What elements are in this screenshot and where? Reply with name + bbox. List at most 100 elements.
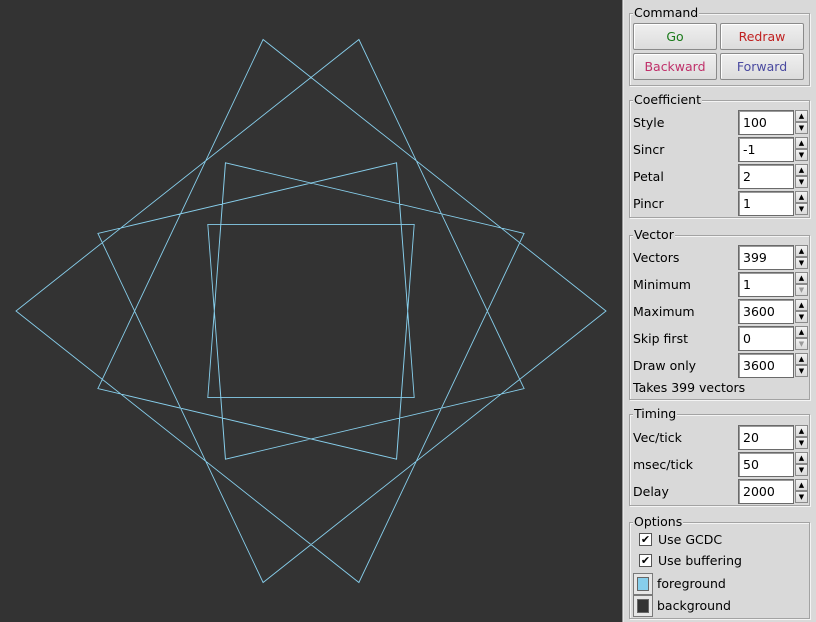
vec-per-tick-input[interactable]: 20 <box>738 425 794 450</box>
use-gcdc-label[interactable]: Use GCDC <box>658 532 722 547</box>
go-button[interactable]: Go <box>633 23 717 50</box>
forward-button[interactable]: Forward <box>720 53 804 80</box>
drawing-canvas[interactable] <box>0 0 622 622</box>
petal-down-arrow-icon[interactable]: ▼ <box>795 176 808 188</box>
minimum-input[interactable]: 1 <box>738 272 794 297</box>
vectors-spinner: 399 ▲ ▼ <box>738 245 808 270</box>
skip-first-up-arrow-icon[interactable]: ▲ <box>795 326 808 338</box>
background-color-button[interactable] <box>633 595 653 617</box>
rose-curve-path <box>15 38 607 584</box>
control-panel: Command Go Redraw Backward Forward Coeff… <box>624 0 816 622</box>
vector-group: Vector Vectors 399 ▲ ▼ Minimum 1 ▲ ▼ Maxim… <box>629 228 810 400</box>
timing-group-title: Timing <box>633 406 678 421</box>
style-input[interactable]: 100 <box>738 110 794 135</box>
skip-first-label: Skip first <box>633 331 688 346</box>
skip-first-down-arrow-icon[interactable]: ▼ <box>795 338 808 350</box>
draw-only-label: Draw only <box>633 358 697 373</box>
background-color-swatch <box>637 599 649 613</box>
pincr-spinner: 1 ▲ ▼ <box>738 191 808 216</box>
pincr-input[interactable]: 1 <box>738 191 794 216</box>
minimum-up-arrow-icon[interactable]: ▲ <box>795 272 808 284</box>
options-group: Options ✔ Use GCDC ✔ Use buffering foreg… <box>629 515 810 619</box>
use-buffering-checkbox[interactable]: ✔ <box>639 554 652 567</box>
petal-input[interactable]: 2 <box>738 164 794 189</box>
vec-per-tick-row: Vec/tick 20 ▲ ▼ <box>633 425 809 450</box>
style-spinner: 100 ▲ ▼ <box>738 110 808 135</box>
sincr-label: Sincr <box>633 142 665 157</box>
sincr-down-arrow-icon[interactable]: ▼ <box>795 149 808 161</box>
vectors-row: Vectors 399 ▲ ▼ <box>633 245 809 270</box>
coefficient-group-title: Coefficient <box>633 92 703 107</box>
foreground-color-swatch <box>637 577 649 591</box>
minimum-row: Minimum 1 ▲ ▼ <box>633 272 809 297</box>
command-group-title: Command <box>633 5 700 20</box>
petal-label: Petal <box>633 169 664 184</box>
draw-only-down-arrow-icon[interactable]: ▼ <box>795 365 808 377</box>
timing-group: Timing Vec/tick 20 ▲ ▼ msec/tick 50 ▲ ▼ De… <box>629 407 810 506</box>
sincr-row: Sincr -1 ▲ ▼ <box>633 137 809 162</box>
redraw-button[interactable]: Redraw <box>720 23 804 50</box>
msec-per-tick-spinner: 50 ▲ ▼ <box>738 452 808 477</box>
vectors-down-arrow-icon[interactable]: ▼ <box>795 257 808 269</box>
msec-per-tick-label: msec/tick <box>633 457 693 472</box>
background-color-row: background <box>633 595 803 617</box>
foreground-label: foreground <box>657 576 726 591</box>
pincr-row: Pincr 1 ▲ ▼ <box>633 191 809 216</box>
maximum-input[interactable]: 3600 <box>738 299 794 324</box>
delay-up-arrow-icon[interactable]: ▲ <box>795 479 808 491</box>
sincr-spinner: -1 ▲ ▼ <box>738 137 808 162</box>
vectors-up-arrow-icon[interactable]: ▲ <box>795 245 808 257</box>
coefficient-group: Coefficient Style 100 ▲ ▼ Sincr -1 ▲ ▼ Pet… <box>629 93 810 218</box>
maximum-row: Maximum 3600 ▲ ▼ <box>633 299 809 324</box>
backward-button[interactable]: Backward <box>633 53 717 80</box>
use-gcdc-checkbox[interactable]: ✔ <box>639 533 652 546</box>
minimum-spinner: 1 ▲ ▼ <box>738 272 808 297</box>
vec-per-tick-label: Vec/tick <box>633 430 682 445</box>
vectors-label: Vectors <box>633 250 680 265</box>
style-up-arrow-icon[interactable]: ▲ <box>795 110 808 122</box>
vec-per-tick-up-arrow-icon[interactable]: ▲ <box>795 425 808 437</box>
style-label: Style <box>633 115 665 130</box>
vector-group-title: Vector <box>633 227 675 242</box>
petal-up-arrow-icon[interactable]: ▲ <box>795 164 808 176</box>
delay-down-arrow-icon[interactable]: ▼ <box>795 491 808 503</box>
pincr-label: Pincr <box>633 196 664 211</box>
vector-count-note: Takes 399 vectors <box>633 380 746 395</box>
sincr-input[interactable]: -1 <box>738 137 794 162</box>
delay-label: Delay <box>633 484 669 499</box>
delay-input[interactable]: 2000 <box>738 479 794 504</box>
vec-per-tick-spinner: 20 ▲ ▼ <box>738 425 808 450</box>
vec-per-tick-down-arrow-icon[interactable]: ▼ <box>795 437 808 449</box>
draw-only-up-arrow-icon[interactable]: ▲ <box>795 353 808 365</box>
msec-per-tick-up-arrow-icon[interactable]: ▲ <box>795 452 808 464</box>
minimum-down-arrow-icon[interactable]: ▼ <box>795 284 808 296</box>
msec-per-tick-down-arrow-icon[interactable]: ▼ <box>795 464 808 476</box>
msec-per-tick-row: msec/tick 50 ▲ ▼ <box>633 452 809 477</box>
maximum-down-arrow-icon[interactable]: ▼ <box>795 311 808 323</box>
style-row: Style 100 ▲ ▼ <box>633 110 809 135</box>
draw-only-input[interactable]: 3600 <box>738 353 794 378</box>
foreground-color-button[interactable] <box>633 573 653 595</box>
skip-first-row: Skip first 0 ▲ ▼ <box>633 326 809 351</box>
petal-spinner: 2 ▲ ▼ <box>738 164 808 189</box>
minimum-label: Minimum <box>633 277 691 292</box>
delay-row: Delay 2000 ▲ ▼ <box>633 479 809 504</box>
sincr-up-arrow-icon[interactable]: ▲ <box>795 137 808 149</box>
vectors-input[interactable]: 399 <box>738 245 794 270</box>
skip-first-spinner: 0 ▲ ▼ <box>738 326 808 351</box>
maximum-spinner: 3600 ▲ ▼ <box>738 299 808 324</box>
skip-first-input[interactable]: 0 <box>738 326 794 351</box>
style-down-arrow-icon[interactable]: ▼ <box>795 122 808 134</box>
foreground-color-row: foreground <box>633 573 803 595</box>
msec-per-tick-input[interactable]: 50 <box>738 452 794 477</box>
command-group: Command Go Redraw Backward Forward <box>629 6 810 86</box>
pincr-down-arrow-icon[interactable]: ▼ <box>795 203 808 215</box>
petal-row: Petal 2 ▲ ▼ <box>633 164 809 189</box>
maximum-label: Maximum <box>633 304 695 319</box>
rose-curve-drawing <box>15 38 607 584</box>
use-buffering-label[interactable]: Use buffering <box>658 553 742 568</box>
maximum-up-arrow-icon[interactable]: ▲ <box>795 299 808 311</box>
options-group-title: Options <box>633 514 684 529</box>
pincr-up-arrow-icon[interactable]: ▲ <box>795 191 808 203</box>
draw-only-spinner: 3600 ▲ ▼ <box>738 353 808 378</box>
